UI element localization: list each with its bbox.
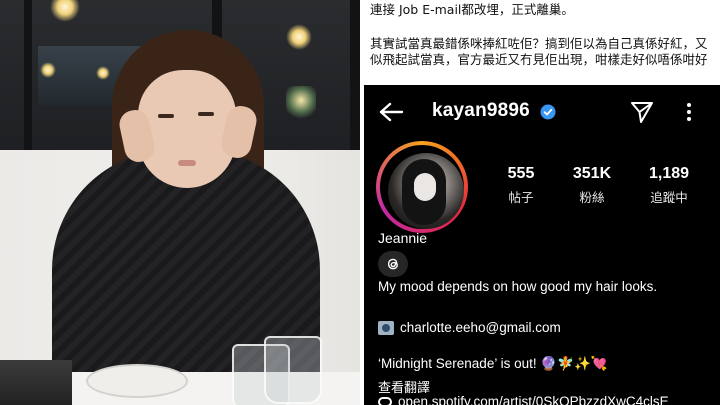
profile-username: kayan9896 (432, 100, 530, 121)
verified-badge-icon (540, 104, 556, 120)
back-arrow-icon[interactable] (378, 101, 404, 123)
threads-icon (387, 258, 398, 270)
more-vertical-icon[interactable] (686, 102, 692, 122)
stat-followers-value: 351K (572, 165, 612, 182)
email-row[interactable]: charlotte.eeho@gmail.com (378, 320, 561, 335)
stat-posts-value: 555 (507, 165, 535, 182)
stat-followers-label: 粉絲 (579, 190, 605, 205)
profile-promo: ‘Midnight Serenade’ is out! 🔮🧚✨💘 (378, 356, 608, 371)
profile-link[interactable]: open.spotify.com/artist/0SkQPbzzdXwC4cls… (398, 394, 669, 405)
profile-display-name: Jeannie (378, 230, 428, 246)
link-icon (378, 396, 392, 405)
profile-topbar: kayan9896 (364, 85, 720, 139)
article-panel: 連接 Job E-mail都改埋，正式離巢。 其實試當真最錯係咪捧紅咗佢？搞到佢… (360, 0, 720, 405)
face (138, 70, 236, 188)
send-icon[interactable] (630, 100, 654, 124)
stat-following-label: 追蹤中 (650, 190, 688, 205)
instagram-profile: kayan9896 555 帖子 351K 粉絲 1,189 追蹤中 Jeann… (364, 85, 720, 405)
caption-line-1: 連接 Job E-mail都改埋，正式離巢。 (370, 2, 574, 17)
stat-following-value: 1,189 (648, 165, 690, 182)
profile-photo (0, 0, 360, 405)
threads-badge[interactable] (378, 251, 408, 277)
stat-posts[interactable]: 555 帖子 (486, 165, 556, 206)
story-ring[interactable] (376, 141, 468, 233)
avatar[interactable] (388, 153, 464, 229)
stat-posts-label: 帖子 (508, 190, 534, 205)
stat-following[interactable]: 1,189 追蹤中 (634, 165, 704, 206)
profile-email[interactable]: charlotte.eeho@gmail.com (400, 320, 561, 335)
stat-followers[interactable]: 351K 粉絲 (557, 165, 627, 206)
caption-line-2: 其實試當真最錯係咪捧紅咗佢？搞到佢以為自己真係好紅，又似飛起試當真，官方最近又冇… (370, 35, 708, 68)
profile-link-row[interactable]: open.spotify.com/artist/0SkQPbzzdXwC4cls… (378, 394, 669, 405)
plate (86, 364, 188, 398)
article-caption: 連接 Job E-mail都改埋，正式離巢。 其實試當真最錯係咪捧紅咗佢？搞到佢… (370, 2, 715, 86)
profile-bio: My mood depends on how good my hair look… (378, 279, 658, 294)
email-icon (378, 320, 394, 335)
